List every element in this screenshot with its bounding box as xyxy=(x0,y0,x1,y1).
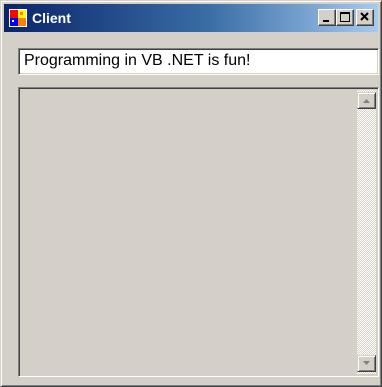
title-bar[interactable]: Client xyxy=(4,4,378,32)
message-input[interactable]: Programming in VB .NET is fun! xyxy=(18,48,379,75)
maximize-icon xyxy=(340,12,350,22)
minimize-icon xyxy=(323,20,329,22)
scroll-down-arrow-icon xyxy=(363,361,370,365)
minimize-button[interactable] xyxy=(318,9,336,26)
scroll-up-arrow-icon xyxy=(363,99,370,103)
close-button[interactable] xyxy=(356,9,374,26)
window-title: Client xyxy=(32,10,71,26)
client-window: Client Programming in VB .NET is fun! xyxy=(0,0,382,387)
vertical-scrollbar[interactable] xyxy=(357,90,376,374)
close-icon xyxy=(360,12,369,21)
scroll-down-button[interactable] xyxy=(357,355,376,372)
scroll-up-button[interactable] xyxy=(357,92,376,109)
app-icon[interactable] xyxy=(9,9,27,27)
maximize-button[interactable] xyxy=(336,9,354,26)
output-list[interactable] xyxy=(18,87,379,377)
